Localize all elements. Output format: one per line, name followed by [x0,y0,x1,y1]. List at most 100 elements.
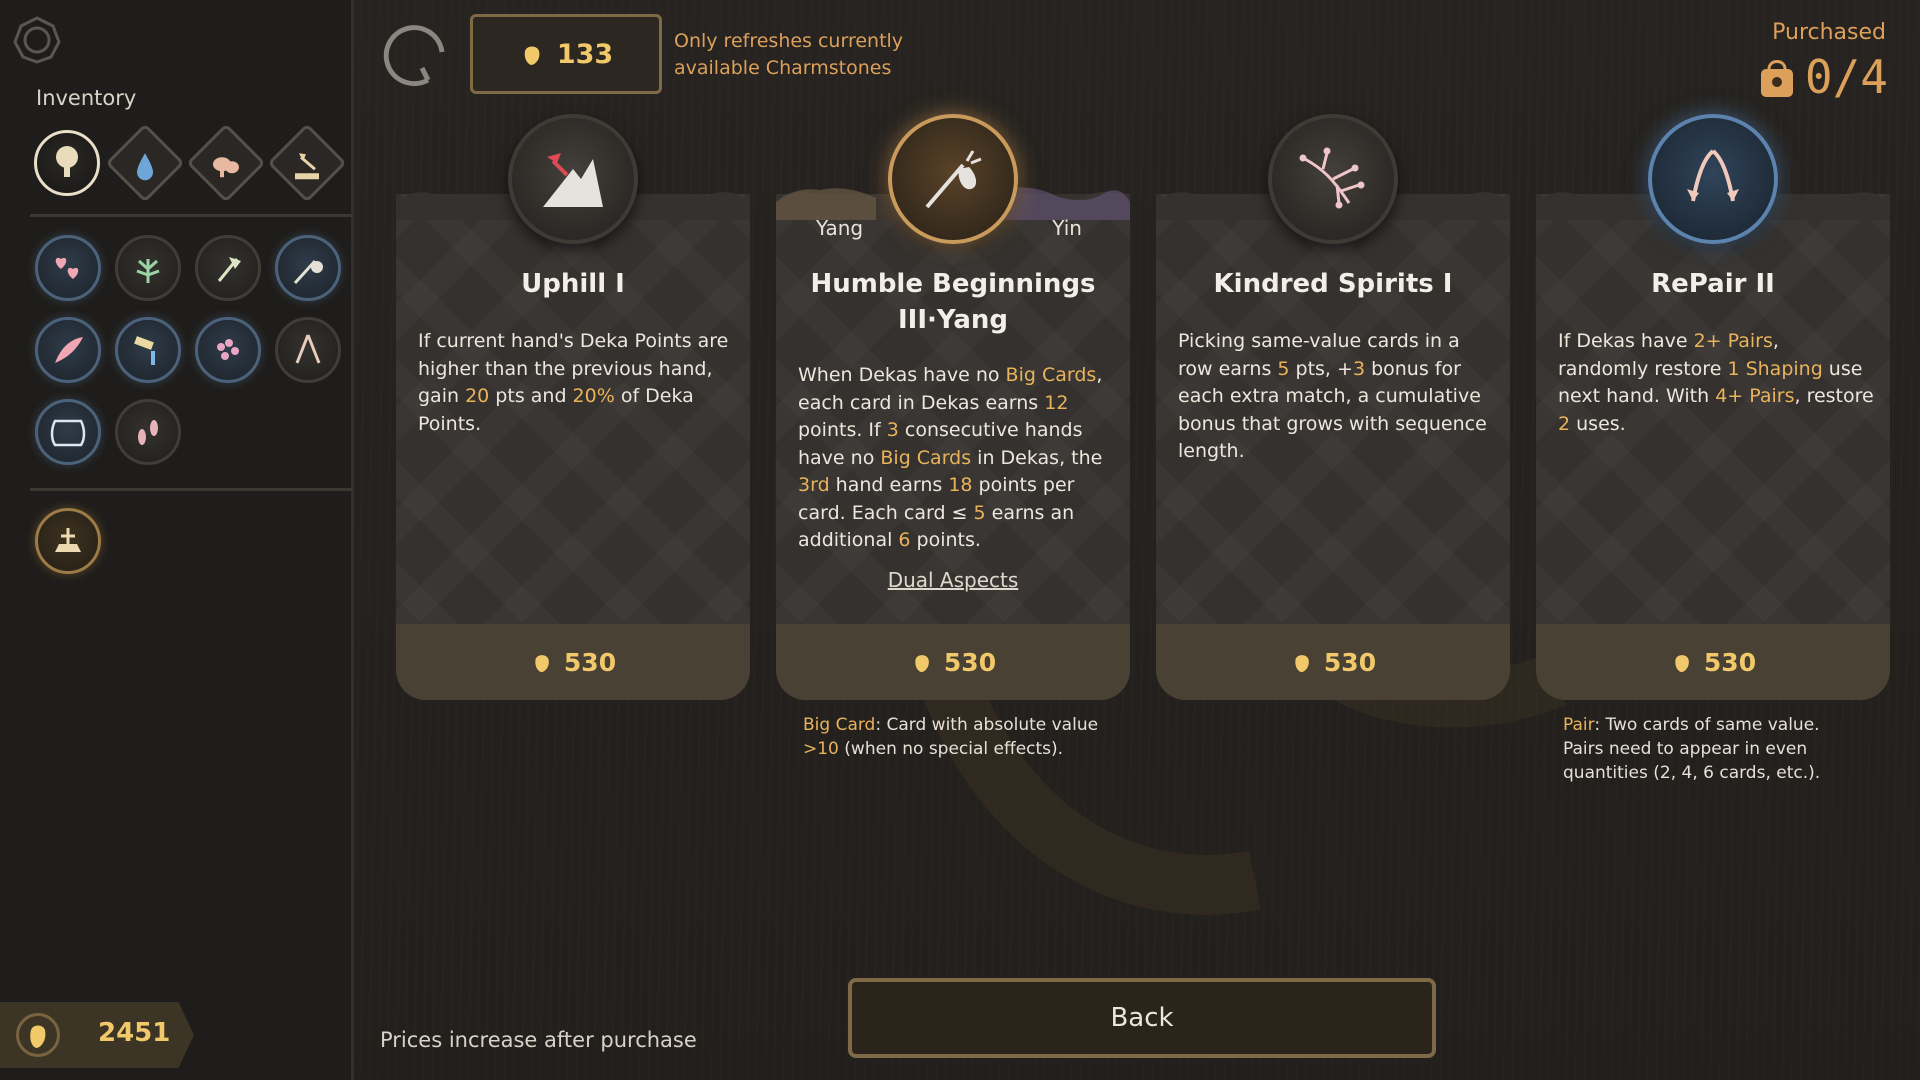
card-price-value: 530 [563,647,617,677]
charmstone-slot[interactable] [115,399,181,465]
yin-label: Yin [1052,216,1082,240]
feather-icon [55,337,83,363]
card-price-button[interactable]: 530 [396,624,750,700]
sprout-icon [136,259,160,283]
pair-tooltip: Pair: Two cards of same value. Pairs nee… [1563,713,1863,785]
highlight-text: Big Cards [880,446,972,469]
prices-note: Prices increase after purchase [380,1028,697,1052]
charmstone-slot[interactable] [195,317,261,383]
text-run: : Two cards of same value. Pairs need to… [1563,715,1821,783]
refresh-button[interactable] [378,18,454,94]
card-title: Uphill I [521,269,625,299]
charmstone-card[interactable]: Kindred Spirits I Picking same-value car… [1156,110,1510,700]
acorn-icon [524,46,540,65]
purchased-label: Purchased [1772,20,1886,45]
inventory-label: Inventory [36,86,137,110]
footprints-icon [138,420,158,445]
highlight-text: 3 [1352,357,1366,380]
card-icon [508,114,638,244]
highlight-text: Big Card [803,715,876,735]
staff-icon [293,259,323,285]
card-title: Humble Beginnings III·Yang [810,269,1096,335]
category-tab-tools[interactable] [267,123,347,203]
text-run: pts and [489,385,573,407]
highlight-text: 20% [572,385,615,407]
highlight-text: Shaping [1745,357,1823,380]
pouring-icon [134,336,155,365]
highlight-text: Pairs [1749,385,1795,407]
charmstone-slot[interactable] [195,235,261,301]
back-button[interactable]: Back [848,978,1436,1058]
text-run: in Dekas, the [971,446,1103,469]
charmstone-slot[interactable] [115,235,181,301]
axe-stump-icon [295,153,319,180]
charmstone-slot[interactable] [115,317,181,383]
settings-button[interactable] [12,15,62,65]
refresh-note: Only refreshes currently available Charm… [674,30,904,79]
acorn-icon [535,655,549,673]
charmstone-slot[interactable] [275,317,341,383]
yang-label: Yang [816,216,864,240]
acorn-icon [1675,655,1689,673]
tweezers-icon [1687,149,1739,202]
highlight-text: 5 [973,501,986,524]
staff-icon [925,150,982,209]
card-price-button[interactable]: 530 [1156,624,1510,700]
refresh-cost-button[interactable]: 133 [470,14,662,94]
highlight-text: Big Cards [1005,364,1097,386]
text-run: (when no special effects). [838,739,1064,759]
card-price-value: 530 [943,647,997,677]
tweezers-icon [295,334,321,364]
berries-icon [217,339,239,360]
highlight-text: 2+ [1693,330,1722,352]
charmstone-card[interactable]: Yang Yin Humble Beginnings III·Yang When… [776,110,1130,700]
category-tab-mushrooms[interactable] [186,123,266,203]
jar-icon [50,419,86,447]
highlight-text: 2 [1558,412,1571,435]
tree-icon [56,146,78,177]
shrine-icon [55,528,81,552]
category-tab-trees[interactable] [34,130,100,196]
sidebar: Inventory 2451 [0,0,354,1080]
card-description: If Dekas have 2+ Pairs, randomly restore… [1558,328,1874,438]
highlight-text: 5 [1277,357,1290,380]
charmstone-slot[interactable] [35,399,101,465]
currency-balance-value: 2451 [98,1018,171,1048]
dual-aspects-link[interactable]: Dual Aspects [776,568,1130,592]
charmstone-slot[interactable] [35,317,101,383]
text-run: pts, + [1289,357,1353,380]
highlight-text: 20 [465,385,490,407]
text-run: points. If [798,419,887,441]
charmstone-card[interactable]: Uphill I If current hand's Deka Points a… [396,110,750,700]
branches-icon [1299,147,1365,209]
mountain-pick-icon [543,153,603,207]
charmstone-card[interactable]: RePair II If Dekas have 2+ Pairs, random… [1536,110,1890,700]
card-title: RePair II [1651,269,1775,299]
sidebar-divider [30,214,352,217]
card-price-button[interactable]: 530 [776,624,1130,700]
highlight-text: Pair [1563,715,1595,735]
card-description: Picking same-value cards in a row earns … [1178,328,1494,466]
special-charmstone-slot[interactable] [35,508,101,574]
highlight-text: 12 [1044,391,1069,414]
currency-balance: 2451 [0,1002,194,1068]
sidebar-divider [30,488,352,491]
card-title: Kindred Spirits I [1213,269,1453,299]
card-price-button[interactable]: 530 [1536,624,1890,700]
highlight-text: Pairs [1727,330,1773,352]
water-drop-icon [137,153,153,181]
highlight-text: 4+ [1715,385,1744,407]
charmstone-slot[interactable] [275,235,341,301]
text-run: hand earns [829,474,949,496]
hearts-icon [55,257,79,279]
card-icon [1268,114,1398,244]
mushroom-icon [213,157,239,178]
charmstone-slot[interactable] [35,235,101,301]
axe-icon [217,257,241,282]
card-description: When Dekas have no Big Cards, each card … [798,362,1114,555]
card-price-value: 530 [1703,647,1757,677]
highlight-text: 3rd [798,474,830,496]
category-tab-water[interactable] [105,123,185,203]
text-run: points. [910,529,981,551]
highlight-text: 3 [886,419,899,441]
